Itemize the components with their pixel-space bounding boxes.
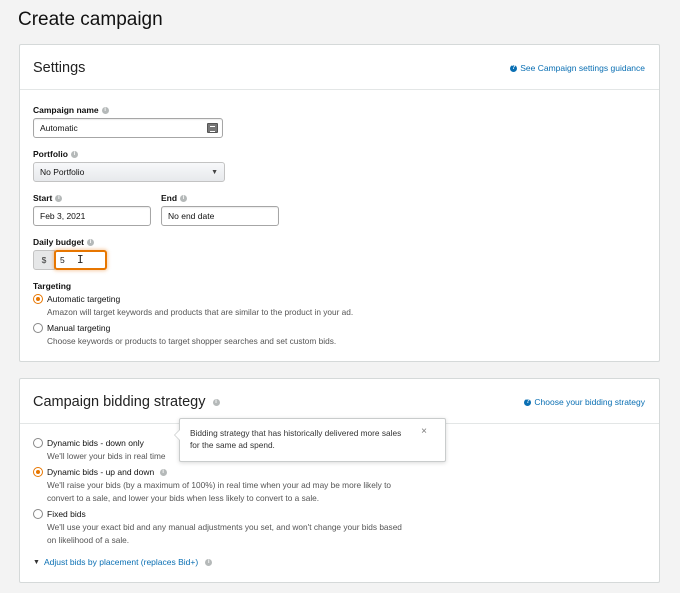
tooltip-text: Bidding strategy that has historically d…: [190, 428, 402, 450]
info-icon[interactable]: i: [101, 106, 109, 114]
settings-title: Settings: [33, 60, 86, 76]
dynamic-down-only-radio[interactable]: [33, 438, 43, 448]
choose-bidding-strategy-link[interactable]: ? Choose your bidding strategy: [524, 397, 645, 407]
chevron-down-icon: ▼: [33, 558, 40, 566]
info-icon[interactable]: i: [70, 150, 78, 158]
dynamic-down-only-desc: We'll lower your bids in real time: [47, 451, 166, 461]
info-icon[interactable]: i: [159, 469, 167, 477]
daily-budget-label: Daily budget i: [33, 237, 95, 247]
guidance-link-label: See Campaign settings guidance: [520, 63, 645, 73]
help-circle-icon: ?: [510, 64, 518, 72]
dynamic-up-down-radio[interactable]: [33, 467, 43, 477]
start-label: Start i: [33, 193, 63, 203]
start-date-input[interactable]: Feb 3, 2021: [33, 206, 151, 226]
bidding-strategy-tooltip: Bidding strategy that has historically d…: [174, 418, 446, 462]
text-cursor-icon: I: [77, 253, 84, 266]
dynamic-up-down-title-text: Dynamic bids - up and down: [47, 467, 155, 477]
help-circle-icon: ?: [524, 398, 532, 406]
daily-budget-value: 5: [60, 255, 65, 265]
bidding-title: Campaign bidding strategy i: [33, 394, 220, 410]
settings-header: Settings ? See Campaign settings guidanc…: [20, 45, 659, 90]
start-date-value: Feb 3, 2021: [40, 211, 86, 221]
fixed-bids-desc: We'll use your exact bid and any manual …: [47, 521, 402, 547]
dynamic-up-down-title[interactable]: Dynamic bids - up and down i: [47, 467, 167, 477]
end-label-text: End: [161, 193, 178, 203]
info-icon[interactable]: i: [205, 558, 213, 566]
fixed-bids-title[interactable]: Fixed bids: [47, 509, 86, 519]
targeting-label-text: Targeting: [33, 281, 72, 291]
info-icon[interactable]: i: [180, 194, 188, 202]
dynamic-up-down-desc-line1: We'll raise your bids (by a maximum of 1…: [47, 480, 392, 490]
dynamic-down-only-title[interactable]: Dynamic bids - down only: [47, 438, 144, 448]
daily-budget-label-text: Daily budget: [33, 237, 85, 247]
portfolio-value: No Portfolio: [40, 167, 85, 177]
campaign-name-input[interactable]: Automatic: [33, 118, 223, 138]
chevron-down-icon: ▼: [211, 168, 218, 176]
portfolio-label-text: Portfolio: [33, 149, 68, 159]
portfolio-select[interactable]: No Portfolio ▼: [33, 162, 225, 182]
automatic-targeting-radio[interactable]: [33, 294, 43, 304]
start-label-text: Start: [33, 193, 53, 203]
close-icon[interactable]: ×: [421, 426, 427, 438]
manual-targeting-desc: Choose keywords or products to target sh…: [47, 336, 337, 346]
campaign-name-label: Campaign name i: [33, 105, 109, 115]
end-date-value: No end date: [168, 211, 215, 221]
fixed-bids-radio[interactable]: [33, 509, 43, 519]
adjust-bids-by-placement-toggle[interactable]: ▼ Adjust bids by placement (replaces Bid…: [33, 557, 213, 567]
manual-targeting-radio[interactable]: [33, 323, 43, 333]
end-date-input[interactable]: No end date: [161, 206, 279, 226]
targeting-label: Targeting: [33, 281, 71, 291]
info-icon[interactable]: i: [55, 194, 63, 202]
adjust-bids-label: Adjust bids by placement (replaces Bid+): [43, 557, 199, 567]
portfolio-label: Portfolio i: [33, 149, 78, 159]
dynamic-up-down-desc-line2: convert to a sale, and lower your bids w…: [47, 493, 320, 503]
fixed-bids-desc-line2: on likelihood of a sale.: [47, 535, 130, 545]
fixed-bids-desc-line1: We'll use your exact bid and any manual …: [47, 522, 402, 532]
end-label: End i: [161, 193, 188, 203]
info-icon[interactable]: i: [87, 238, 95, 246]
contact-card-icon: [207, 123, 218, 133]
dynamic-up-down-desc: We'll raise your bids (by a maximum of 1…: [47, 479, 391, 505]
page-title: Create campaign: [18, 9, 163, 30]
info-icon[interactable]: i: [212, 398, 220, 406]
bidding-title-text: Campaign bidding strategy: [33, 394, 206, 410]
automatic-targeting-desc: Amazon will target keywords and products…: [47, 307, 354, 317]
campaign-settings-guidance-link[interactable]: ? See Campaign settings guidance: [510, 63, 645, 73]
campaign-name-value: Automatic: [40, 123, 78, 133]
campaign-name-label-text: Campaign name: [33, 105, 99, 115]
manual-targeting-title[interactable]: Manual targeting: [47, 323, 110, 333]
bidding-help-label: Choose your bidding strategy: [534, 397, 645, 407]
currency-addon: $: [33, 250, 55, 270]
automatic-targeting-title[interactable]: Automatic targeting: [47, 294, 120, 304]
